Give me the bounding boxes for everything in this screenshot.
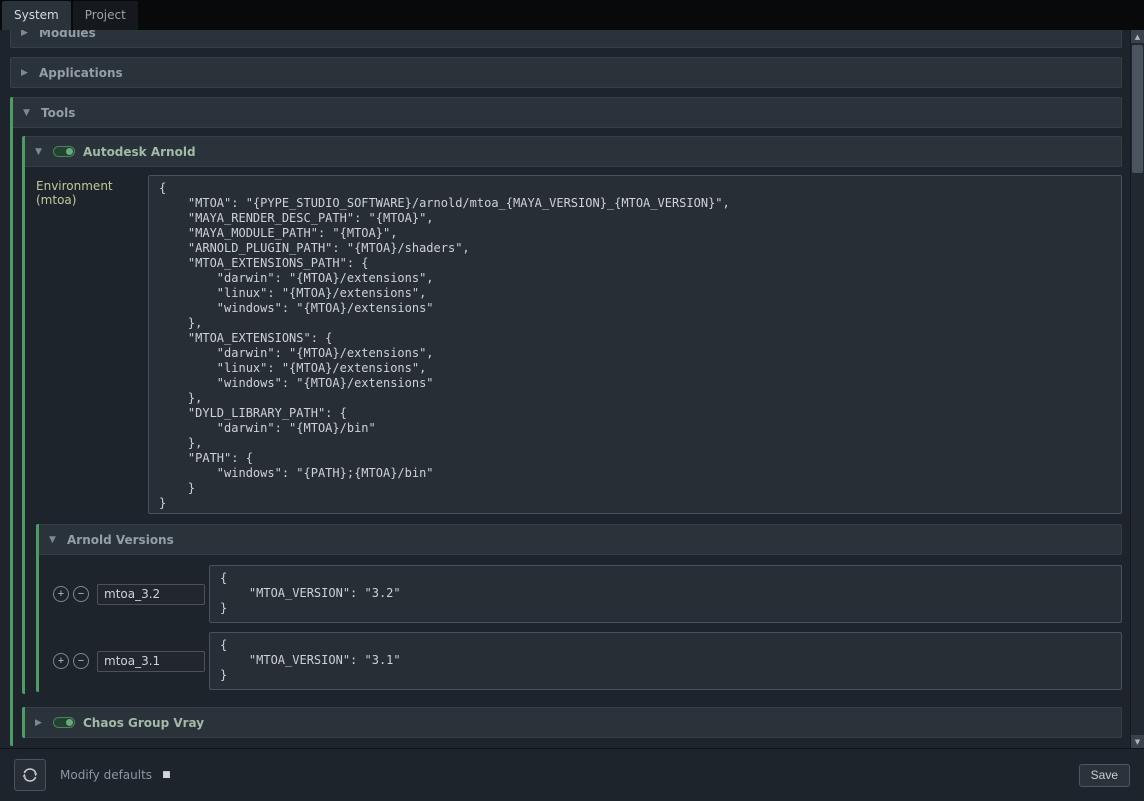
version-name-input[interactable] xyxy=(97,584,205,605)
section-applications: ▶ Applications xyxy=(10,57,1122,88)
settings-window: System Project ▶ Modules ▶ Applications … xyxy=(0,0,1144,801)
section-header-tools[interactable]: ▼ Tools xyxy=(13,97,1122,128)
settings-scroll-viewport: ▶ Modules ▶ Applications ▼ Tools xyxy=(0,30,1130,748)
section-modules: ▶ Modules xyxy=(10,30,1122,48)
section-title: Applications xyxy=(39,66,123,80)
arnold-enabled-toggle[interactable] xyxy=(53,146,75,157)
scrollbar-thumb[interactable] xyxy=(1132,45,1143,173)
section-header-arnold-versions[interactable]: ▼ Arnold Versions xyxy=(39,524,1122,555)
add-version-button[interactable]: + xyxy=(53,586,69,602)
arnold-body: Environment (mtoa) { "MTOA": "{PYPE_STUD… xyxy=(25,167,1122,694)
section-title: Chaos Group Vray xyxy=(83,716,204,730)
refresh-icon xyxy=(21,766,39,784)
version-row: + − { "MTOA_VERSION": "3.1" } xyxy=(53,632,1122,690)
environment-label: Environment (mtoa) xyxy=(36,175,148,207)
modify-defaults-checkbox[interactable]: ■ xyxy=(162,770,171,780)
scroll-up-button[interactable]: ▲ xyxy=(1131,30,1144,43)
version-json-textarea[interactable]: { "MTOA_VERSION": "3.1" } xyxy=(209,632,1122,690)
add-version-button[interactable]: + xyxy=(53,653,69,669)
environment-field-row: Environment (mtoa) { "MTOA": "{PYPE_STUD… xyxy=(36,175,1122,514)
section-title: Arnold Versions xyxy=(67,533,174,547)
collapse-arrow-icon: ▼ xyxy=(49,535,59,545)
collapse-arrow-icon: ▼ xyxy=(23,108,33,118)
scroll-down-button[interactable]: ▼ xyxy=(1131,735,1144,748)
expand-arrow-icon: ▶ xyxy=(21,30,31,38)
section-header-modules[interactable]: ▶ Modules xyxy=(10,30,1122,48)
section-title: Modules xyxy=(39,30,96,40)
section-autodesk-arnold: ▼ Autodesk Arnold Environment (mtoa) { "… xyxy=(22,136,1122,694)
main-tabbar: System Project xyxy=(0,0,1144,30)
section-title: Tools xyxy=(41,106,75,120)
remove-version-button[interactable]: − xyxy=(73,586,89,602)
refresh-button[interactable] xyxy=(14,759,46,791)
expand-arrow-icon: ▶ xyxy=(35,718,45,728)
settings-content: ▶ Modules ▶ Applications ▼ Tools xyxy=(0,30,1130,746)
section-arnold-versions: ▼ Arnold Versions + − { "MTOA_VERSION": … xyxy=(36,524,1122,692)
remove-version-button[interactable]: − xyxy=(73,653,89,669)
footer-bar: Modify defaults ■ Save xyxy=(0,748,1144,801)
arnold-versions-body: + − { "MTOA_VERSION": "3.2" } + − xyxy=(39,555,1122,692)
version-row: + − { "MTOA_VERSION": "3.2" } xyxy=(53,565,1122,623)
tab-system[interactable]: System xyxy=(2,1,71,30)
section-header-chaos-group-vray[interactable]: ▶ Chaos Group Vray xyxy=(25,707,1122,738)
tab-project[interactable]: Project xyxy=(73,1,138,30)
tools-body: ▼ Autodesk Arnold Environment (mtoa) { "… xyxy=(13,128,1122,746)
collapse-arrow-icon: ▼ xyxy=(35,147,45,157)
section-tools: ▼ Tools ▼ Autodesk Arnold Environment (m… xyxy=(10,97,1122,746)
version-name-input[interactable] xyxy=(97,651,205,672)
section-title: Autodesk Arnold xyxy=(83,145,196,159)
environment-json-textarea[interactable]: { "MTOA": "{PYPE_STUDIO_SOFTWARE}/arnold… xyxy=(148,175,1122,514)
modify-defaults-label: Modify defaults xyxy=(60,768,152,782)
vertical-scrollbar[interactable]: ▲ ▼ xyxy=(1130,30,1144,748)
section-header-applications[interactable]: ▶ Applications xyxy=(10,57,1122,88)
save-button[interactable]: Save xyxy=(1079,764,1130,787)
section-header-autodesk-arnold[interactable]: ▼ Autodesk Arnold xyxy=(25,136,1122,167)
vray-enabled-toggle[interactable] xyxy=(53,717,75,728)
section-chaos-group-vray: ▶ Chaos Group Vray xyxy=(22,707,1122,738)
version-json-textarea[interactable]: { "MTOA_VERSION": "3.2" } xyxy=(209,565,1122,623)
expand-arrow-icon: ▶ xyxy=(21,68,31,78)
